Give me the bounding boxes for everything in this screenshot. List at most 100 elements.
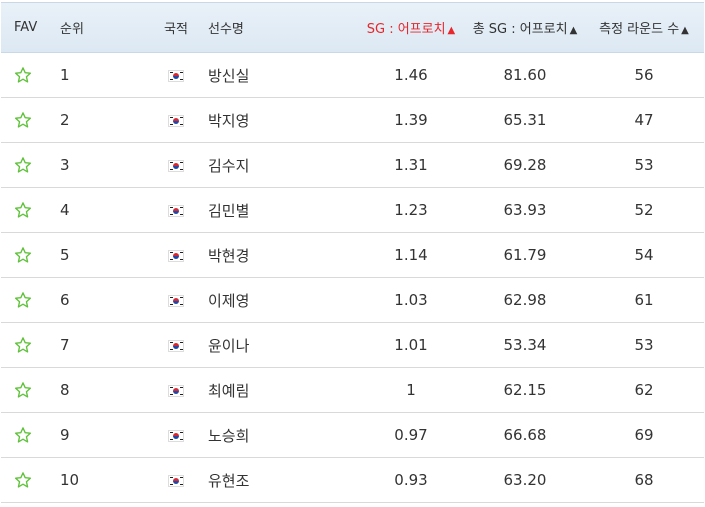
star-outline-icon[interactable] xyxy=(14,426,32,444)
fav-cell xyxy=(1,457,51,503)
rounds-value: 53 xyxy=(584,322,704,368)
korea-flag-icon xyxy=(168,339,184,352)
total-sg-approach-value: 62.15 xyxy=(466,367,584,413)
total-sg-approach-value: 69.28 xyxy=(466,142,584,188)
rounds-value: 61 xyxy=(584,277,704,323)
sg-approach-value: 0.97 xyxy=(336,412,466,458)
player-name[interactable]: 유현조 xyxy=(201,457,336,503)
fav-cell xyxy=(1,322,51,368)
rounds-value: 52 xyxy=(584,187,704,233)
rounds-value: 53 xyxy=(584,142,704,188)
nationality-cell xyxy=(151,97,201,143)
korea-flag-icon xyxy=(168,204,184,217)
fav-cell xyxy=(1,367,51,413)
fav-cell xyxy=(1,412,51,458)
table-row: 9 노승희 0.97 66.68 69 xyxy=(1,412,704,458)
table-row: 5 박현경 1.14 61.79 54 xyxy=(1,232,704,278)
table-row: 10 유현조 0.93 63.20 68 xyxy=(1,457,704,503)
sg-approach-value: 1.03 xyxy=(336,277,466,323)
star-outline-icon[interactable] xyxy=(14,201,32,219)
total-sg-approach-value: 63.93 xyxy=(466,187,584,233)
rank-cell: 5 xyxy=(51,232,151,278)
rounds-value: 69 xyxy=(584,412,704,458)
star-outline-icon[interactable] xyxy=(14,156,32,174)
table-row: 1 방신실 1.46 81.60 56 xyxy=(1,52,704,98)
sg-approach-value: 1 xyxy=(336,367,466,413)
star-outline-icon[interactable] xyxy=(14,471,32,489)
star-outline-icon[interactable] xyxy=(14,381,32,399)
star-outline-icon[interactable] xyxy=(14,246,32,264)
sg-approach-value: 1.39 xyxy=(336,97,466,143)
nationality-cell xyxy=(151,322,201,368)
rank-cell: 10 xyxy=(51,457,151,503)
header-player: 선수명 xyxy=(201,2,336,53)
star-outline-icon[interactable] xyxy=(14,66,32,84)
header-rounds-sort[interactable]: 측정 라운드 수 ▲ xyxy=(584,2,704,53)
nationality-cell xyxy=(151,187,201,233)
sg-approach-value: 1.23 xyxy=(336,187,466,233)
table-row: 2 박지영 1.39 65.31 47 xyxy=(1,97,704,143)
table-row: 3 김수지 1.31 69.28 53 xyxy=(1,142,704,188)
sort-up-arrow-icon: ▲ xyxy=(681,25,689,36)
star-outline-icon[interactable] xyxy=(14,336,32,354)
total-sg-approach-value: 61.79 xyxy=(466,232,584,278)
player-name[interactable]: 이제영 xyxy=(201,277,336,323)
ranking-table: FAV 순위 국적 선수명 SG : 어프로치 ▲ 총 SG : 어프로치 ▲ 측정… xyxy=(1,2,704,503)
table-row: 6 이제영 1.03 62.98 61 xyxy=(1,277,704,323)
player-name[interactable]: 김민별 xyxy=(201,187,336,233)
sort-up-arrow-icon: ▲ xyxy=(447,25,456,36)
fav-cell xyxy=(1,232,51,278)
korea-flag-icon xyxy=(168,249,184,262)
player-name[interactable]: 방신실 xyxy=(201,52,336,98)
rank-cell: 9 xyxy=(51,412,151,458)
sg-approach-value: 1.01 xyxy=(336,322,466,368)
rank-cell: 3 xyxy=(51,142,151,188)
korea-flag-icon xyxy=(168,294,184,307)
total-sg-approach-value: 62.98 xyxy=(466,277,584,323)
total-sg-approach-value: 63.20 xyxy=(466,457,584,503)
rounds-value: 54 xyxy=(584,232,704,278)
rounds-value: 62 xyxy=(584,367,704,413)
player-name[interactable]: 김수지 xyxy=(201,142,336,188)
header-rounds-label: 측정 라운드 수 xyxy=(599,22,680,37)
sg-approach-value: 1.31 xyxy=(336,142,466,188)
header-sg-approach-sort[interactable]: SG : 어프로치 ▲ xyxy=(336,2,466,53)
rank-cell: 4 xyxy=(51,187,151,233)
table-body: 1 방신실 1.46 81.60 56 2 박지영 1.39 65.31 47 … xyxy=(1,52,704,503)
korea-flag-icon xyxy=(168,69,184,82)
sg-approach-value: 1.46 xyxy=(336,52,466,98)
header-total-sg-approach-sort[interactable]: 총 SG : 어프로치 ▲ xyxy=(466,2,584,53)
player-name[interactable]: 박지영 xyxy=(201,97,336,143)
header-nationality: 국적 xyxy=(151,2,201,53)
star-outline-icon[interactable] xyxy=(14,291,32,309)
table-row: 8 최예림 1 62.15 62 xyxy=(1,367,704,413)
nationality-cell xyxy=(151,367,201,413)
korea-flag-icon xyxy=(168,159,184,172)
rank-cell: 1 xyxy=(51,52,151,98)
sort-up-arrow-icon: ▲ xyxy=(569,25,578,36)
total-sg-approach-value: 66.68 xyxy=(466,412,584,458)
table-row: 7 윤이나 1.01 53.34 53 xyxy=(1,322,704,368)
rounds-value: 47 xyxy=(584,97,704,143)
total-sg-approach-value: 65.31 xyxy=(466,97,584,143)
korea-flag-icon xyxy=(168,474,184,487)
fav-cell xyxy=(1,277,51,323)
sg-approach-value: 1.14 xyxy=(336,232,466,278)
fav-cell xyxy=(1,187,51,233)
header-rank: 순위 xyxy=(51,2,151,53)
player-name[interactable]: 최예림 xyxy=(201,367,336,413)
player-name[interactable]: 노승희 xyxy=(201,412,336,458)
rounds-value: 68 xyxy=(584,457,704,503)
total-sg-approach-value: 53.34 xyxy=(466,322,584,368)
player-name[interactable]: 윤이나 xyxy=(201,322,336,368)
nationality-cell xyxy=(151,142,201,188)
korea-flag-icon xyxy=(168,384,184,397)
rank-cell: 6 xyxy=(51,277,151,323)
rank-cell: 2 xyxy=(51,97,151,143)
header-fav: FAV xyxy=(1,2,51,53)
korea-flag-icon xyxy=(168,114,184,127)
rounds-value: 56 xyxy=(584,52,704,98)
player-name[interactable]: 박현경 xyxy=(201,232,336,278)
star-outline-icon[interactable] xyxy=(14,111,32,129)
fav-cell xyxy=(1,142,51,188)
